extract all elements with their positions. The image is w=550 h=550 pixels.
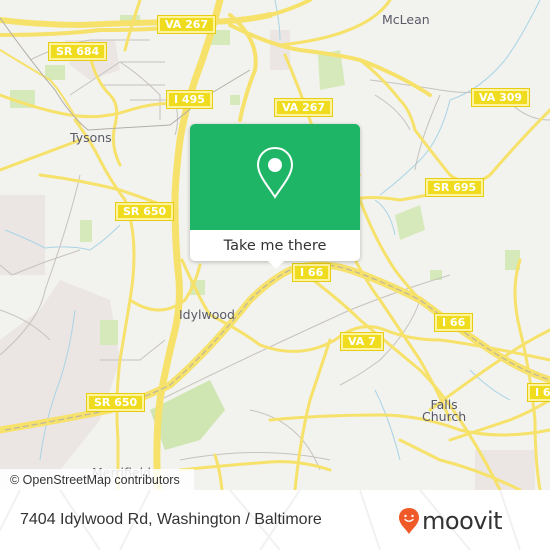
place-label-mclean: McLean [382,12,430,27]
moovit-wordmark: moovit [422,507,503,535]
road-shield-va-267: VA 267 [273,98,334,117]
footer: 7404 Idylwood Rd, Washington / Baltimore… [0,490,550,550]
road-shield-i-495: I 495 [166,90,213,109]
road-shield-va-7: VA 7 [340,332,384,351]
address-text: 7404 Idylwood Rd, Washington / Baltimore [20,511,322,528]
location-pin-icon [256,146,294,199]
destination-popup: Take me there [190,124,360,269]
moovit-pin-smile-icon [399,508,419,534]
road-shield-sr-695: SR 695 [424,178,485,197]
place-label-idylwood: Idylwood [179,307,235,322]
place-label-falls-church: Falls Church [422,397,467,424]
road-shield-i-66: I 66 [526,383,550,402]
road-shield-sr-684: SR 684 [47,42,108,61]
place-label-tysons: Tysons [70,130,112,145]
road-shield-sr-650: SR 650 [85,393,146,412]
moovit-logo[interactable]: moovit [398,506,503,536]
road-shield-va-309: VA 309 [470,88,531,107]
road-shield-i-66: I 66 [291,263,332,282]
road-shield-i-66: I 66 [433,313,474,332]
road-shield-va-267: VA 267 [156,15,217,34]
popup-pointer [267,260,285,269]
popup-header [190,124,360,230]
map-attribution[interactable]: © OpenStreetMap contributors [0,469,194,490]
take-me-there-label: Take me there [223,237,327,254]
road-shield-sr-650: SR 650 [114,202,175,221]
map[interactable]: McLean Tysons Idylwood Falls Church Merr… [0,0,550,490]
take-me-there-button[interactable]: Take me there [190,230,360,261]
